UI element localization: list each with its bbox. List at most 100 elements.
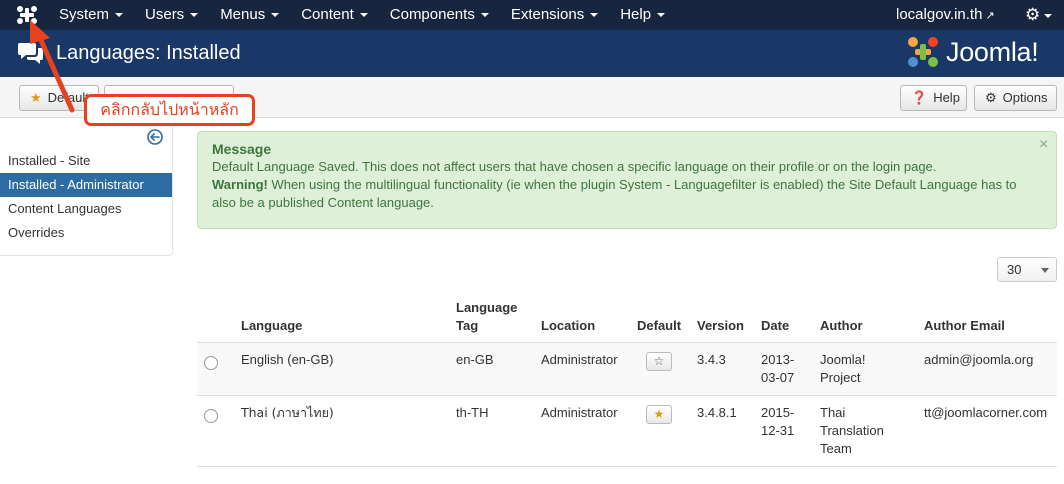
sidebar-item-installed-administrator[interactable]: Installed - Administrator [0, 173, 172, 197]
annotation-callout: คลิกกลับไปหน้าหลัก [84, 94, 255, 126]
comments-icon [18, 43, 43, 64]
list-limit-value: 30 [1007, 262, 1022, 277]
cell-version: 3.4.3 [697, 352, 726, 367]
menu-menus[interactable]: Menus [209, 0, 290, 30]
message-line: Default Language Saved. This does not af… [212, 159, 937, 174]
column-header-email[interactable]: Author Email [924, 317, 1005, 335]
chevron-down-icon [1041, 268, 1049, 273]
cell-location: Administrator [541, 405, 618, 420]
column-header-default[interactable]: Default [637, 317, 681, 335]
menu-system[interactable]: System [48, 0, 134, 30]
site-link-label: localgov.in.th [896, 6, 983, 23]
caret-down-icon [190, 13, 199, 18]
cell-tag: en-GB [456, 352, 494, 367]
brand-text: Joomla! [946, 36, 1039, 67]
caret-down-icon [271, 13, 280, 18]
menu-label: Extensions [510, 6, 585, 23]
cell-tag: th-TH [456, 405, 489, 420]
menu-label: Help [620, 6, 652, 23]
cell-location: Administrator [541, 352, 618, 367]
success-message: Message Default Language Saved. This doe… [197, 131, 1057, 229]
top-navbar: System Users Menus Content Components Ex… [0, 0, 1064, 30]
message-heading: Message [212, 141, 272, 157]
options-button[interactable]: ⚙ Options [974, 85, 1057, 111]
cell-date-line: 12-31 [761, 423, 795, 438]
caret-down-icon [480, 13, 489, 18]
sidebar-item-installed-site[interactable]: Installed - Site [0, 149, 172, 173]
star-icon: ★ [30, 90, 42, 105]
cell-language: Thai (ภาษาไทย) [241, 405, 334, 420]
column-header-date[interactable]: Date [761, 317, 789, 335]
column-header-location[interactable]: Location [541, 317, 595, 335]
site-link[interactable]: localgov.in.th ↗ [896, 0, 995, 31]
table-divider [197, 395, 1057, 396]
joomla-brand-icon [908, 37, 938, 67]
message-warning: Warning! When using the multilingual fun… [212, 176, 1042, 212]
gear-icon: ⚙ [985, 90, 997, 105]
options-button-label: Options [1002, 90, 1048, 105]
menu-label: Users [145, 6, 185, 23]
cell-author: Thai Translation Team [820, 404, 884, 458]
message-body: Default Language Saved. This does not af… [212, 158, 1042, 212]
cell-author: Joomla! Project [820, 351, 866, 387]
sidebar-item-overrides[interactable]: Overrides [0, 221, 172, 245]
cell-author-line: Translation [820, 423, 884, 438]
question-icon: ❓ [911, 90, 928, 105]
caret-down-icon [359, 13, 368, 18]
close-icon[interactable]: × [1039, 136, 1048, 154]
main-menu: System Users Menus Content Components Ex… [48, 0, 676, 30]
cell-date: 2015- 12-31 [761, 404, 794, 440]
menu-content[interactable]: Content [290, 0, 379, 30]
menu-label: Menus [220, 6, 266, 23]
cell-date-line: 2015- [761, 405, 795, 420]
warning-label: Warning! [212, 177, 268, 192]
cell-email: tt@joomlacorner.com [924, 405, 1048, 420]
default-button-label: Default [47, 90, 89, 105]
page-title: Languages: Installed [56, 42, 241, 64]
row-select-radio[interactable] [204, 409, 218, 423]
joomla-brand: Joomla! [906, 34, 1039, 70]
sidebar: Installed - Site Installed - Administrat… [0, 121, 173, 256]
column-header-author[interactable]: Author [820, 317, 863, 335]
column-header-tag-line: Tag [456, 318, 479, 333]
external-link-icon: ↗ [985, 10, 995, 22]
menu-help[interactable]: Help [609, 0, 676, 30]
set-default-button[interactable]: ☆ [646, 352, 672, 371]
default-star-button[interactable]: ★ [646, 405, 672, 424]
gear-icon: ⚙ [1025, 5, 1041, 24]
menu-label: System [59, 6, 110, 23]
menu-extensions[interactable]: Extensions [500, 0, 609, 30]
caret-down-icon [1044, 13, 1053, 18]
cell-date-line: 03-07 [761, 370, 795, 385]
cell-date-line: 2013- [761, 352, 795, 367]
menu-label: Content [301, 6, 354, 23]
star-icon: ★ [653, 407, 665, 421]
cell-author-line: Team [820, 441, 852, 456]
warning-text: When using the multilingual functionalit… [212, 177, 1017, 210]
menu-label: Components [389, 6, 475, 23]
column-header-version[interactable]: Version [697, 317, 744, 335]
settings-menu[interactable]: ⚙ [1025, 0, 1053, 30]
caret-down-icon [590, 13, 599, 18]
joomla-logo-icon[interactable] [16, 5, 38, 25]
cell-author-line: Project [820, 370, 861, 385]
row-select-radio[interactable] [204, 356, 218, 370]
column-header-language[interactable]: Language [241, 317, 302, 335]
collapse-sidebar-icon[interactable] [147, 129, 163, 145]
menu-users[interactable]: Users [134, 0, 209, 30]
help-button[interactable]: ❓ Help [900, 85, 967, 111]
sidebar-item-content-languages[interactable]: Content Languages [0, 197, 172, 221]
table-divider [197, 466, 1057, 467]
column-header-tag[interactable]: Language Tag [456, 299, 517, 335]
cell-author-line: Joomla! [820, 352, 866, 367]
column-header-tag-line: Language [456, 300, 518, 315]
star-outline-icon: ☆ [653, 354, 665, 368]
help-button-label: Help [933, 90, 960, 105]
list-limit-select[interactable]: 30 [997, 257, 1057, 282]
page-header: Languages: Installed Joomla! [0, 30, 1064, 77]
caret-down-icon [115, 13, 124, 18]
caret-down-icon [657, 13, 666, 18]
menu-components[interactable]: Components [379, 0, 500, 30]
cell-language: English (en-GB) [241, 352, 334, 367]
cell-author-line: Thai [820, 405, 846, 420]
